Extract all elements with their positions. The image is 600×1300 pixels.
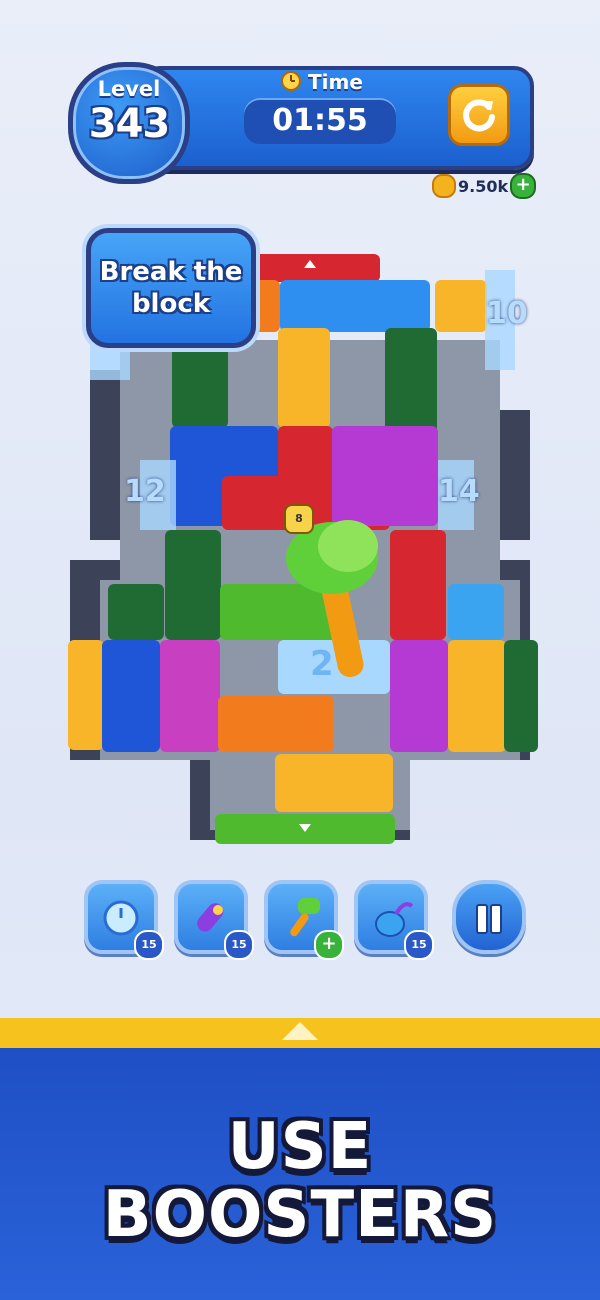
booster-vacuum[interactable]: 15 [354,880,434,960]
block-blue-top [280,280,430,332]
tooltip-line1: Break the [99,257,243,287]
exit-green-right [504,640,538,752]
booster-frozen-clock[interactable]: 15 [84,880,164,960]
block-yellow-exit-left [68,640,104,750]
block-red-right [390,530,446,640]
banner-line1: USE [227,1110,373,1184]
promo-banner: USE BOOSTERS [0,1048,600,1300]
clock-icon [281,71,301,91]
banner-line2: BOOSTERS [102,1178,498,1252]
restart-icon [463,99,495,132]
block-purple-key [332,426,438,526]
block-sky-key [448,584,504,640]
top-hud: Level 343 Time 01:55 [68,62,534,184]
booster-hammer[interactable]: + [264,880,344,960]
add-coins-button[interactable]: + [510,173,537,199]
block-yellow-key-2 [448,640,506,752]
level-number: 343 [88,101,171,147]
level-badge: Level 343 [68,62,190,184]
booster-count: 15 [404,930,434,960]
block-green-a [172,340,228,428]
booster-bar: 15 15 + 15 [84,878,526,960]
coin-icon [432,174,456,198]
coin-amount: 9.50k [458,176,509,196]
counter-right-mid: 14 [438,474,480,509]
block-yellow-bottom [275,754,393,812]
booster-count: 15 [224,930,254,960]
frozen-counter: 2 [310,644,334,684]
level-label: Level [97,77,161,101]
block-yellow-mid [278,328,330,428]
pause-button[interactable] [452,880,526,954]
lock-counter: 8 [284,504,314,534]
banner-tab-arrow [282,1022,318,1040]
block-green-key [108,584,164,640]
booster-add-badge[interactable]: + [314,930,344,960]
block-yellow-top [435,280,487,332]
counter-left-mid: 12 [124,474,166,509]
block-purple-key-2 [390,640,448,752]
pause-icon [490,904,502,934]
block-blue-key-bottom [102,640,160,752]
block-orange-bottom [218,696,334,752]
restart-button[interactable] [448,84,510,146]
counter-right-top: 10 [486,296,528,331]
pause-icon [476,904,488,934]
time-value: 01:55 [244,98,396,144]
booster-count: 15 [134,930,164,960]
block-green-c [165,530,221,640]
tutorial-tooltip: Break the block [86,228,256,348]
tooltip-line2: block [131,289,211,319]
booster-rocket[interactable]: 15 [174,880,254,960]
block-green-b [385,328,437,438]
coin-counter: 9.50k + [432,173,537,199]
time-label: Time [308,70,363,94]
block-magenta-key [160,640,220,752]
